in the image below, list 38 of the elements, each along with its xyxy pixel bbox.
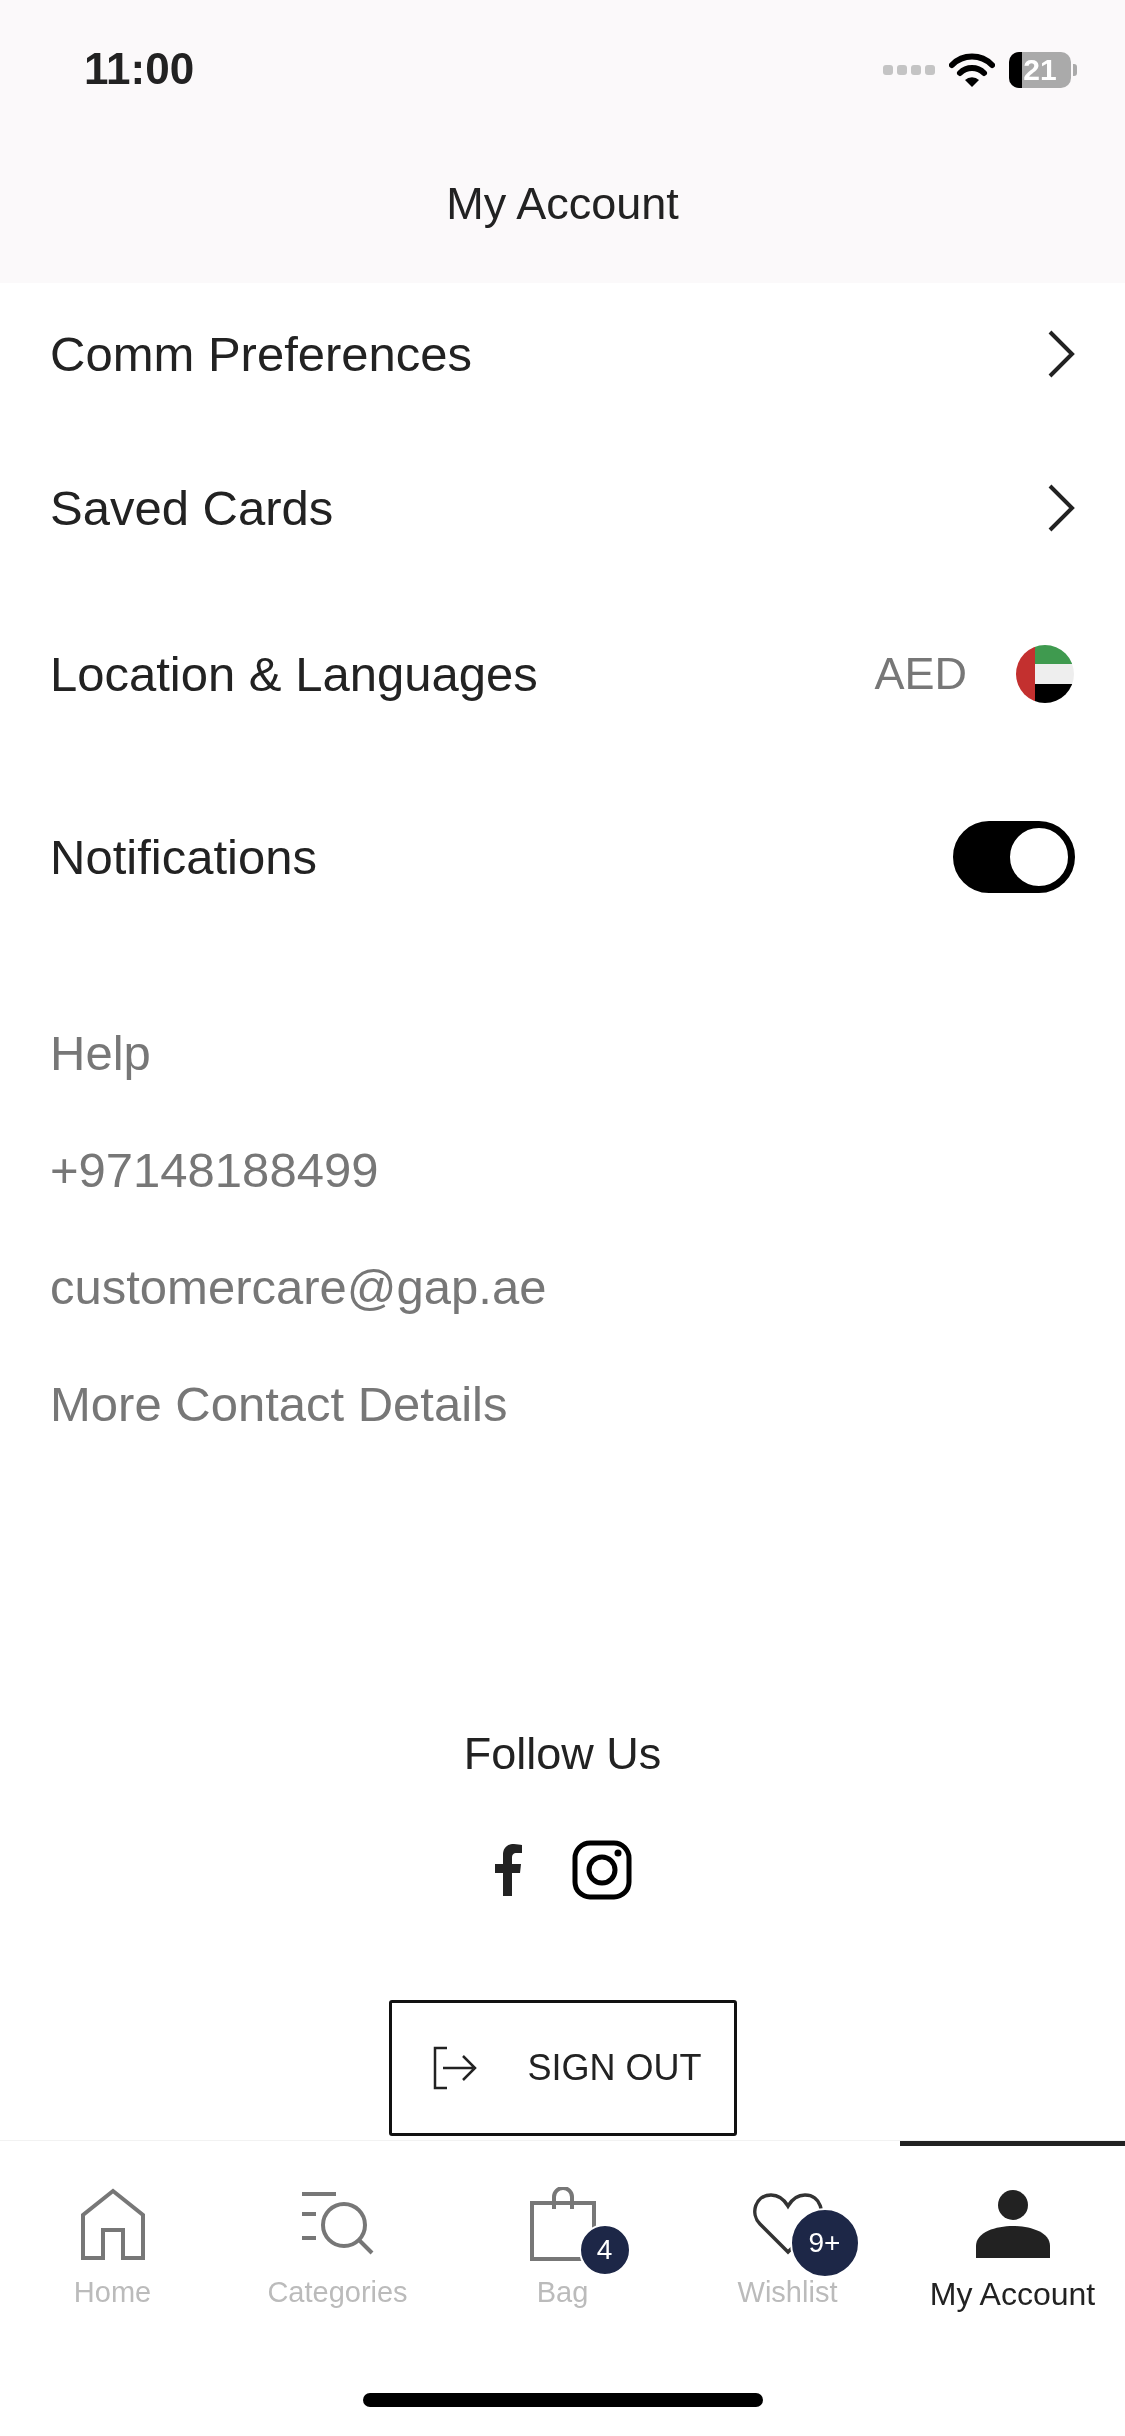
tab-label: Wishlist [737,2276,838,2309]
settings-row[interactable]: Location & Languages AED [0,591,1125,757]
person-icon [975,2190,1050,2258]
row-label: Saved Cards [50,480,334,536]
chevron-right-icon [1047,483,1075,533]
tab-item[interactable]: Bag 4 [450,2141,675,2361]
tab-item[interactable]: Wishlist 9+ [675,2141,900,2361]
clock-time: 11:00 [84,44,195,94]
settings-row[interactable]: Comm Preferences [0,283,1125,425]
settings-row[interactable]: Saved Cards [0,425,1125,591]
section-heading: Follow Us [463,1727,662,1781]
instagram-icon[interactable] [571,1840,632,1900]
home-icon [79,2188,146,2260]
chevron-right-icon [1047,329,1075,379]
contact-link[interactable]: +97148188499 [50,1111,379,1228]
row-label: Comm Preferences [50,326,473,382]
wifi-icon [949,53,995,87]
tab-item[interactable]: My Account [900,2141,1125,2361]
page-title: My Account [446,177,679,230]
row-label: Notifications [50,829,317,885]
tab-label: Categories [267,2276,408,2309]
sign-out-icon [433,2046,478,2090]
contact-link[interactable]: customercare@gap.ae [50,1228,547,1345]
contact-link[interactable]: More Contact Details [50,1345,508,1462]
categories-icon [299,2191,376,2257]
row-label: Location & Languages [50,646,538,702]
tab-label: Home [73,2276,152,2309]
tab-label: Bag [536,2276,589,2309]
settings-row[interactable]: Notifications [0,757,1125,957]
currency-label: AED [874,648,967,700]
facebook-icon[interactable] [493,1844,522,1896]
tab-label: My Account [929,2276,1096,2313]
count-badge: 4 [578,2224,631,2276]
count-badge: 9+ [789,2208,860,2278]
sign-out-button[interactable]: SIGN OUT [388,2000,737,2136]
signal-icon [883,64,935,76]
section-heading: Help [50,1024,151,1082]
flag-icon [1015,644,1075,704]
